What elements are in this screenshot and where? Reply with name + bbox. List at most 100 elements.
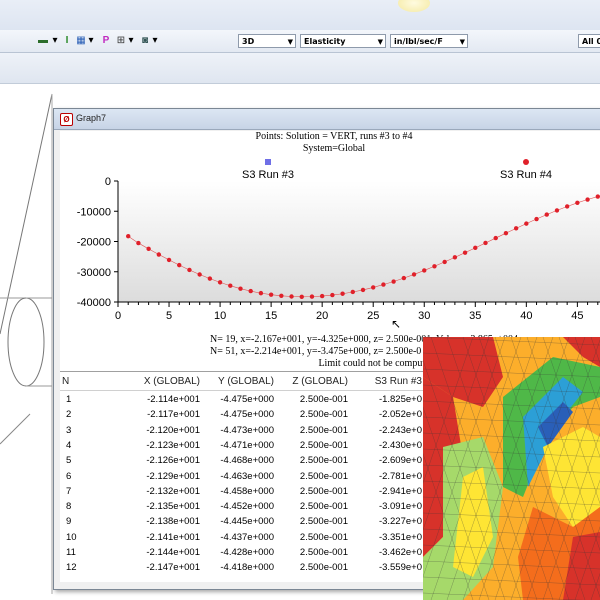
filter-value: All 0 <box>582 37 600 46</box>
data-point[interactable] <box>136 240 141 246</box>
data-point[interactable] <box>422 268 427 273</box>
p-icon[interactable]: P <box>100 35 112 46</box>
result-type-value: Elasticity <box>304 37 346 46</box>
dropdown-arrow-icon[interactable]: ▾ <box>128 35 134 46</box>
table-cell: -3.091e+0 <box>378 501 422 513</box>
y-tick-label: -10000 <box>77 206 111 218</box>
table-cell: 2.500e-001 <box>299 455 348 467</box>
units-select[interactable]: in/lbl/sec/F ▼ <box>390 34 468 48</box>
table-cell: 10 <box>66 531 77 543</box>
data-point[interactable] <box>524 221 529 226</box>
dropdown-arrow-icon[interactable]: ▾ <box>52 35 58 46</box>
data-point[interactable] <box>146 246 151 252</box>
data-point[interactable] <box>156 252 162 257</box>
table-cell: -2.114e+001 <box>147 394 200 405</box>
table-cell: 6 <box>66 470 72 482</box>
table-cell: -2.147e+001 <box>146 562 200 574</box>
data-point[interactable] <box>473 245 478 251</box>
data-point[interactable] <box>187 267 192 273</box>
data-point[interactable] <box>197 272 202 277</box>
table-cell: -2.243e+0 <box>378 424 422 436</box>
chevron-down-icon: ▼ <box>459 38 465 46</box>
table-cell: 2.500e-001 <box>299 439 348 451</box>
data-point[interactable] <box>268 292 274 297</box>
data-point[interactable] <box>493 235 498 241</box>
data-point[interactable] <box>228 283 233 288</box>
table-cell: 2.500e-001 <box>299 424 348 436</box>
data-point[interactable] <box>340 291 345 296</box>
result-type-select[interactable]: Elasticity ▼ <box>300 34 386 48</box>
data-point[interactable] <box>248 288 253 294</box>
table-cell: -3.462e+0 <box>378 547 422 558</box>
table-cell: 2.500e-001 <box>299 547 348 558</box>
toolbar: ▬ ▾ I ▦ ▾ P ⊞ ▾ ◙ ▾ 3D ▼ Elasticity ▼ in/l… <box>0 30 600 53</box>
dropdown-arrow-icon[interactable]: ▾ <box>88 35 94 46</box>
data-point[interactable] <box>534 216 539 222</box>
camera-icon[interactable]: ◙ <box>138 35 152 46</box>
data-point[interactable] <box>279 293 284 298</box>
data-point[interactable] <box>360 287 366 293</box>
y-tick-label: -40000 <box>77 297 111 309</box>
data-point[interactable] <box>564 204 570 209</box>
chevron-down-icon: ▼ <box>377 38 383 46</box>
column-header[interactable]: X (GLOBAL) <box>120 376 200 387</box>
table-cell: -4.458e+000 <box>220 485 274 497</box>
data-point[interactable] <box>299 294 304 299</box>
data-point[interactable] <box>432 264 437 269</box>
data-point[interactable] <box>575 200 580 206</box>
layers-icon[interactable]: ▦ <box>74 35 88 46</box>
data-point[interactable] <box>452 255 458 260</box>
data-point[interactable] <box>483 240 488 246</box>
data-point[interactable] <box>258 290 264 296</box>
data-point[interactable] <box>595 194 600 199</box>
table-cell: -2.135e+001 <box>146 501 200 513</box>
data-point[interactable] <box>462 250 468 255</box>
data-point[interactable] <box>585 197 590 202</box>
table-cell: -4.475e+000 <box>220 409 274 421</box>
data-point[interactable] <box>371 285 376 290</box>
data-point[interactable] <box>544 212 549 217</box>
column-header[interactable]: Y (GLOBAL) <box>194 376 274 387</box>
legend-label: S3 Run #4 <box>500 169 552 181</box>
data-point[interactable] <box>289 294 294 299</box>
data-point[interactable] <box>177 262 182 268</box>
column-header[interactable]: N <box>62 376 82 387</box>
column-header[interactable]: S3 Run #3 <box>342 376 422 387</box>
table-cell: -2.609e+0 <box>378 455 422 467</box>
data-point[interactable] <box>503 230 509 236</box>
align-icon[interactable]: I <box>60 35 74 46</box>
dropdown-arrow-icon[interactable]: ▾ <box>152 35 158 46</box>
data-point[interactable] <box>309 294 315 299</box>
table-cell: -4.463e+000 <box>220 470 274 482</box>
data-point[interactable] <box>166 257 172 263</box>
data-point[interactable] <box>238 286 243 291</box>
graph-titlebar[interactable]: Ø Graph7 <box>54 109 600 130</box>
column-header[interactable]: Z (GLOBAL) <box>268 376 348 387</box>
table-cell: -2.117e+001 <box>147 409 200 421</box>
data-point[interactable] <box>350 289 355 295</box>
cart-icon[interactable]: ⊞ <box>114 35 128 46</box>
stress-contour <box>423 337 600 600</box>
data-point[interactable] <box>442 259 447 265</box>
data-point[interactable] <box>554 208 560 213</box>
legend-marker-run4 <box>523 159 529 165</box>
contour-plot-overlay[interactable] <box>423 337 600 600</box>
data-point[interactable] <box>401 275 407 281</box>
data-point[interactable] <box>330 292 335 298</box>
data-point[interactable] <box>126 234 131 239</box>
x-tick-label: 25 <box>367 310 379 322</box>
data-point[interactable] <box>411 272 417 277</box>
table-cell: 2.500e-001 <box>299 531 348 543</box>
box-icon[interactable]: ▬ <box>36 35 50 46</box>
table-cell: 2.500e-001 <box>299 470 348 482</box>
data-point[interactable] <box>217 280 223 285</box>
data-point[interactable] <box>391 279 396 284</box>
data-point[interactable] <box>513 226 519 231</box>
data-point[interactable] <box>207 276 213 281</box>
table-cell: -2.123e+001 <box>146 439 200 451</box>
data-point[interactable] <box>381 282 386 287</box>
filter-select[interactable]: All 0 <box>578 34 600 48</box>
view-mode-select[interactable]: 3D ▼ <box>238 34 296 48</box>
data-point[interactable] <box>319 293 325 299</box>
plot-area[interactable]: Points: Solution = VERT, runs #3 to #4 S… <box>60 131 600 371</box>
